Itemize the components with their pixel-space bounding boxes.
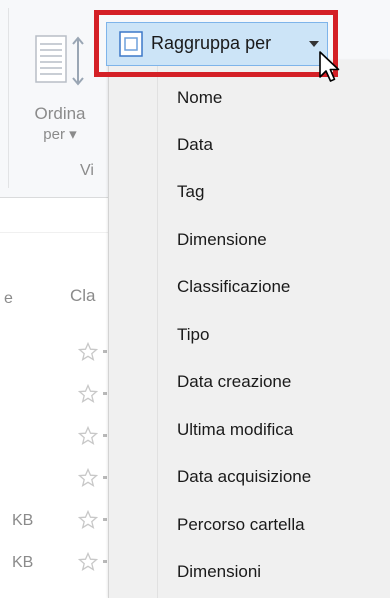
group-by-menu: Nome Data Tag Dimensione Classificazione… bbox=[108, 60, 390, 598]
star-icon[interactable] bbox=[78, 510, 98, 530]
menu-item-data-acquisizione[interactable]: Data acquisizione bbox=[109, 455, 390, 499]
menu-item-tag[interactable]: Tag bbox=[109, 170, 390, 214]
rating-tick bbox=[103, 560, 107, 563]
rating-tick bbox=[103, 476, 107, 479]
menu-item-ultima-modifica[interactable]: Ultima modifica bbox=[109, 408, 390, 452]
column-header-divider bbox=[0, 232, 110, 233]
menu-item-dimensione[interactable]: Dimensione bbox=[109, 218, 390, 262]
rating-tick bbox=[103, 434, 107, 437]
star-icon[interactable] bbox=[78, 552, 98, 572]
sort-by-sublabel: per ▾ bbox=[43, 126, 77, 143]
menu-item-label: Tag bbox=[177, 182, 205, 201]
rating-tick bbox=[103, 392, 107, 395]
menu-item-label: Data bbox=[177, 135, 213, 154]
star-icon[interactable] bbox=[78, 426, 98, 446]
ribbon-group-caption: Vi bbox=[80, 162, 94, 179]
table-row[interactable] bbox=[0, 460, 110, 500]
menu-item-label: Percorso cartella bbox=[177, 515, 305, 534]
star-icon[interactable] bbox=[78, 384, 98, 404]
menu-item-label: Tipo bbox=[177, 325, 210, 344]
star-icon[interactable] bbox=[78, 468, 98, 488]
sort-by-label: Ordina bbox=[34, 104, 86, 123]
annotation-highlight bbox=[94, 10, 338, 77]
menu-item-label: Nome bbox=[177, 88, 223, 107]
table-row[interactable] bbox=[0, 418, 110, 458]
menu-item-label: Data acquisizione bbox=[177, 467, 312, 486]
menu-item-data[interactable]: Data bbox=[109, 123, 390, 167]
row-size: KB bbox=[12, 554, 34, 571]
row-size: KB bbox=[12, 512, 34, 529]
table-row[interactable] bbox=[0, 376, 110, 416]
menu-item-data-creazione[interactable]: Data creazione bbox=[109, 360, 390, 404]
menu-item-percorso-cartella[interactable]: Percorso cartella bbox=[109, 503, 390, 547]
menu-item-classificazione[interactable]: Classificazione bbox=[109, 265, 390, 309]
menu-item-label: Data creazione bbox=[177, 372, 292, 391]
menu-item-nome[interactable]: Nome bbox=[109, 76, 390, 120]
ribbon-divider bbox=[8, 8, 9, 188]
menu-item-label: Dimensione bbox=[177, 230, 267, 249]
menu-item-label: Ultima modifica bbox=[177, 420, 294, 439]
table-row[interactable]: KB bbox=[0, 544, 110, 584]
menu-item-tipo[interactable]: Tipo bbox=[109, 313, 390, 357]
rating-tick bbox=[103, 518, 107, 521]
sort-by-button[interactable]: Ordina per ▾ bbox=[18, 24, 102, 156]
sort-icon bbox=[35, 35, 84, 86]
column-header-size[interactable]: e bbox=[4, 290, 13, 308]
menu-item-dimensioni[interactable]: Dimensioni bbox=[109, 550, 390, 594]
column-header-rating[interactable]: Cla bbox=[70, 286, 96, 306]
star-icon[interactable] bbox=[78, 342, 98, 362]
mouse-pointer-icon bbox=[319, 51, 340, 82]
table-row[interactable]: KB bbox=[0, 502, 110, 542]
table-row[interactable] bbox=[0, 334, 110, 374]
rating-tick bbox=[103, 350, 107, 353]
menu-item-label: Dimensioni bbox=[177, 562, 262, 581]
menu-item-label: Classificazione bbox=[177, 277, 291, 296]
file-list: e Cla KB KB bbox=[0, 198, 110, 598]
